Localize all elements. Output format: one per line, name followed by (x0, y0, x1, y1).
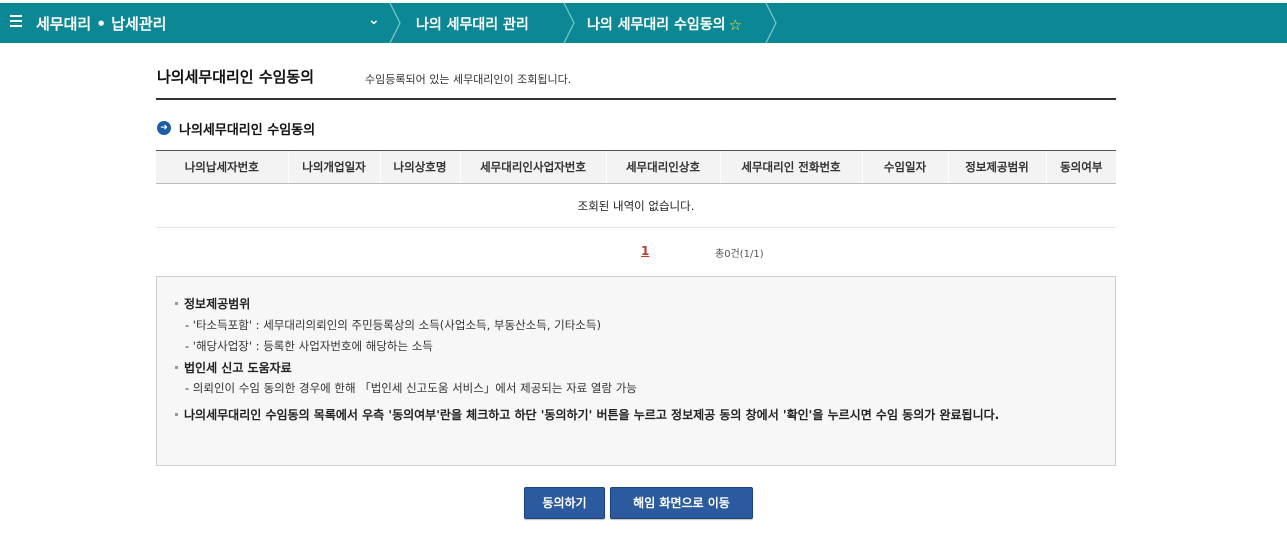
breadcrumb-current-label: 나의 세무대리 수임동의 (587, 17, 726, 33)
info-line-scope-other-income: - '타소득포함' : 세무대리의뢰인의 주민등록상의 소득(사업소득, 부동산… (185, 318, 601, 332)
info-heading-scope: 정보제공범위 (175, 295, 250, 312)
star-outline-icon[interactable]: ☆ (729, 16, 742, 34)
column-header-business-name: 나의상호명 (379, 150, 460, 184)
column-header-opening-date: 나의개업일자 (287, 150, 380, 184)
info-box: 정보제공범위 - '타소득포함' : 세무대리의뢰인의 주민등록상의 소득(사업… (156, 276, 1116, 466)
info-heading-corp-tax-label: 법인세 신고 도움자료 (184, 361, 292, 375)
table-header-row: 나의납세자번호 나의개업일자 나의상호명 세무대리인사업자번호 세무대리인상호 … (156, 150, 1116, 184)
go-to-dismissal-button[interactable]: 해임 화면으로 이동 (610, 487, 753, 519)
top-nav-bar: 세무대리 • 납세관리 ⌄ 나의 세무대리 관리 나의 세무대리 수임동의 ☆ (0, 3, 1287, 43)
breadcrumb-separator-icon (389, 3, 401, 43)
bullet-icon (175, 302, 178, 305)
agree-button[interactable]: 동의하기 (524, 487, 605, 519)
breadcrumb-item-tax-agent-management[interactable]: 나의 세무대리 관리 (416, 14, 529, 34)
chevron-down-icon[interactable]: ⌄ (368, 12, 380, 28)
column-header-engagement-date: 수임일자 (861, 150, 948, 184)
info-line-corp-tax: - 의뢰인이 수임 동의한 경우에 한해 「법인세 신고도움 서비스」에서 제공… (185, 381, 637, 395)
table-row-empty: 조회된 내역이 없습니다. (156, 183, 1116, 228)
column-header-agent-name: 세무대리인상호 (605, 150, 720, 184)
info-heading-scope-label: 정보제공범위 (184, 297, 251, 311)
empty-message: 조회된 내역이 없습니다. (156, 183, 1116, 228)
title-divider (156, 98, 1116, 100)
section-title: 나의세무대리인 수임동의 (179, 123, 316, 138)
info-line-scope-business: - '해당사업장' : 등록한 사업자번호에 해당하는 소득 (185, 339, 433, 353)
agent-consent-table: 나의납세자번호 나의개업일자 나의상호명 세무대리인사업자번호 세무대리인상호 … (156, 150, 1116, 228)
bullet-icon (175, 366, 178, 369)
breadcrumb-separator-icon (563, 3, 575, 43)
column-header-info-scope: 정보제공범위 (947, 150, 1046, 184)
info-heading-corp-tax: 법인세 신고 도움자료 (175, 359, 292, 376)
info-instruction: 나의세무대리인 수임동의 목록에서 우측 '동의여부'란을 체크하고 하단 '동… (175, 406, 1101, 425)
bullet-icon (175, 413, 178, 416)
page-description: 수임등록되어 있는 세무대리인이 조회됩니다. (365, 73, 572, 86)
breadcrumb-separator-icon (765, 3, 777, 43)
pagination-page-1[interactable]: 1 (641, 244, 649, 258)
breadcrumb-item-current-page: 나의 세무대리 수임동의 ☆ (587, 14, 742, 34)
total-count: 총0건(1/1) (715, 249, 764, 260)
column-header-taxpayer-number: 나의납세자번호 (156, 150, 288, 184)
page-title: 나의세무대리인 수임동의 (157, 68, 315, 86)
app-title[interactable]: 세무대리 • 납세관리 (36, 13, 166, 34)
column-header-consent: 동의여부 (1045, 150, 1116, 184)
column-header-agent-phone: 세무대리인 전화번호 (719, 150, 862, 184)
info-instruction-text: 나의세무대리인 수임동의 목록에서 우측 '동의여부'란을 체크하고 하단 '동… (184, 408, 1000, 422)
arrow-circle-right-icon: ➜ (157, 121, 171, 135)
hamburger-icon[interactable] (10, 14, 22, 28)
column-header-agent-business-number: 세무대리인사업자번호 (459, 150, 606, 184)
